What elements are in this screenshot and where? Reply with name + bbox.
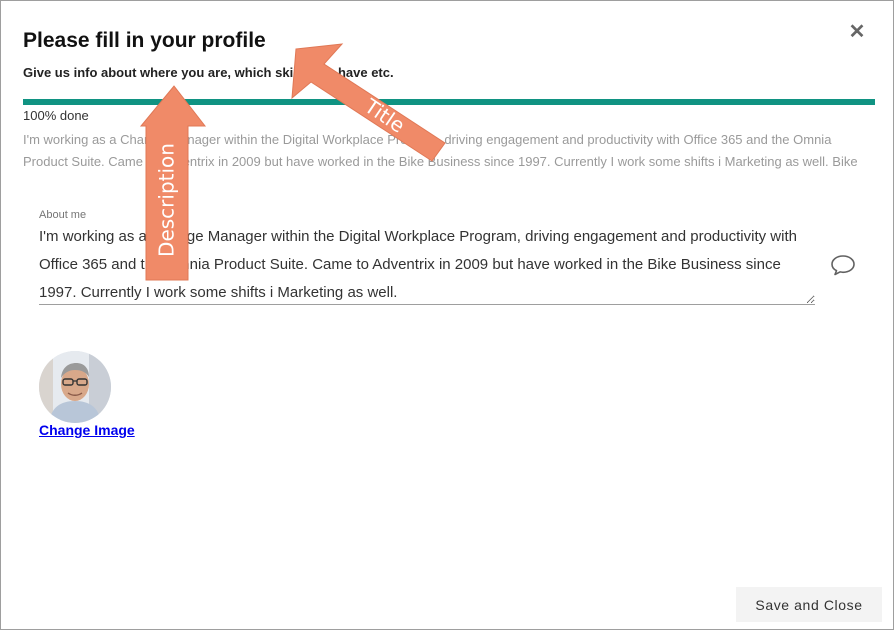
description-annotation-label: Description [155, 143, 179, 257]
annotation-overlay: Title Description [139, 43, 446, 281]
